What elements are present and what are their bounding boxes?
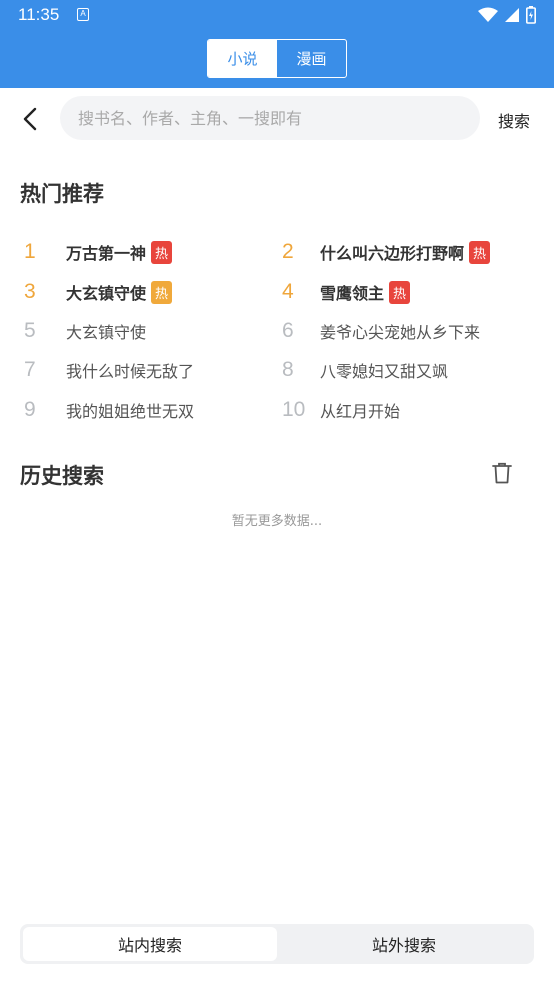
trash-icon[interactable] <box>492 462 512 484</box>
top-bar: 11:35 A 小说 漫画 <box>0 0 554 88</box>
hot-badge: 热 <box>151 240 173 264</box>
rank-number: 2 <box>282 240 294 263</box>
hot-item-title: 大玄镇守使 <box>66 284 147 303</box>
hot-item-7[interactable]: 7 我什么时候无敌了 <box>24 357 194 383</box>
signal-icon <box>505 8 519 22</box>
hot-item-title: 什么叫六边形打野啊 <box>320 244 465 263</box>
rank-number: 4 <box>282 280 294 303</box>
tab-novel[interactable]: 小说 <box>208 40 277 77</box>
rank-number: 3 <box>24 280 36 303</box>
hot-item-1[interactable]: 1 万古第一神 热 <box>24 239 173 265</box>
hot-section-title: 热门推荐 <box>20 182 104 206</box>
hot-badge: 热 <box>151 280 173 304</box>
tab-external-search[interactable]: 站外搜索 <box>277 927 531 961</box>
hot-badge: 热 <box>469 240 491 264</box>
rank-number: 9 <box>24 398 36 421</box>
hot-item-title: 万古第一神 <box>66 244 147 263</box>
battery-icon <box>526 6 536 24</box>
hot-badge: 热 <box>389 280 411 304</box>
status-icons <box>478 6 536 24</box>
hot-item-9[interactable]: 9 我的姐姐绝世无双 <box>24 397 194 423</box>
history-section-title: 历史搜索 <box>20 464 104 488</box>
rank-number: 5 <box>24 319 36 342</box>
search-scope-tabs: 站内搜索 站外搜索 <box>20 924 534 964</box>
search-input[interactable] <box>60 96 480 140</box>
rank-number: 10 <box>282 398 306 421</box>
history-empty-text: 暂无更多数据... <box>231 514 323 529</box>
content-type-tabs: 小说 漫画 <box>207 39 347 78</box>
rank-number: 1 <box>24 240 36 263</box>
tab-site-search[interactable]: 站内搜索 <box>23 927 277 961</box>
hot-item-4[interactable]: 4 雪鹰领主 热 <box>282 279 411 305</box>
hot-item-3[interactable]: 3 大玄镇守使 热 <box>24 279 173 305</box>
hot-item-2[interactable]: 2 什么叫六边形打野啊 热 <box>282 239 491 265</box>
back-arrow-icon[interactable] <box>20 106 42 132</box>
search-button[interactable]: 搜索 <box>498 108 530 132</box>
rank-number: 7 <box>24 358 36 381</box>
hot-item-title: 八零媳妇又甜又飒 <box>320 362 449 381</box>
notification-icon: A <box>77 8 89 21</box>
hot-item-6[interactable]: 6 姜爷心尖宠她从乡下来 <box>282 318 480 344</box>
tab-comic[interactable]: 漫画 <box>277 40 346 77</box>
hot-item-title: 我什么时候无敌了 <box>66 362 195 381</box>
hot-item-title: 雪鹰领主 <box>320 284 385 303</box>
hot-item-title: 姜爷心尖宠她从乡下来 <box>320 323 481 342</box>
hot-item-10[interactable]: 10 从红月开始 <box>282 397 400 423</box>
rank-number: 6 <box>282 319 294 342</box>
wifi-icon <box>478 7 498 22</box>
hot-item-8[interactable]: 8 八零媳妇又甜又飒 <box>282 357 448 383</box>
hot-item-title: 从红月开始 <box>320 402 401 421</box>
status-time: 11:35 <box>18 5 60 24</box>
hot-item-5[interactable]: 5 大玄镇守使 <box>24 318 146 344</box>
rank-number: 8 <box>282 358 294 381</box>
hot-item-title: 大玄镇守使 <box>66 323 147 342</box>
hot-item-title: 我的姐姐绝世无双 <box>66 402 195 421</box>
